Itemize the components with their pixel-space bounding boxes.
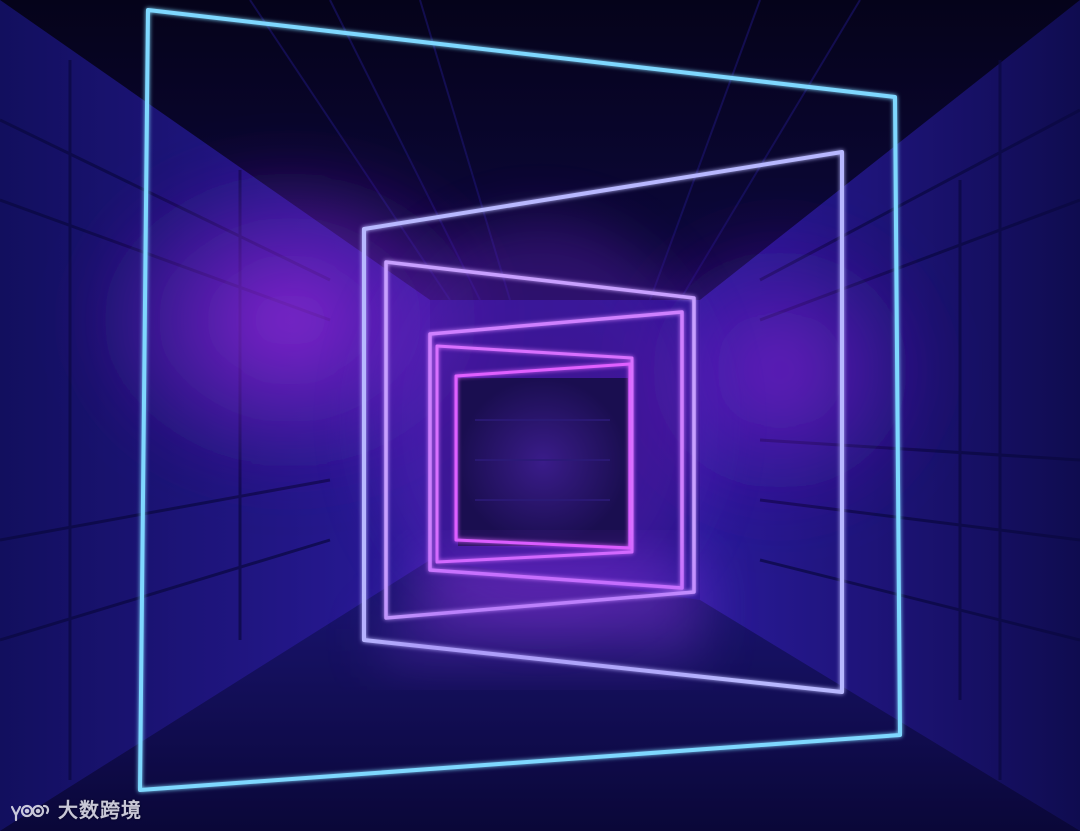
corridor-end [458,378,628,546]
watermark: 大数跨境 [8,795,142,825]
floor-reflections [380,560,700,660]
watermark-text: 大数跨境 [58,798,142,822]
neon-corridor-scene [0,0,1080,831]
mascot-logo-icon [10,804,50,822]
